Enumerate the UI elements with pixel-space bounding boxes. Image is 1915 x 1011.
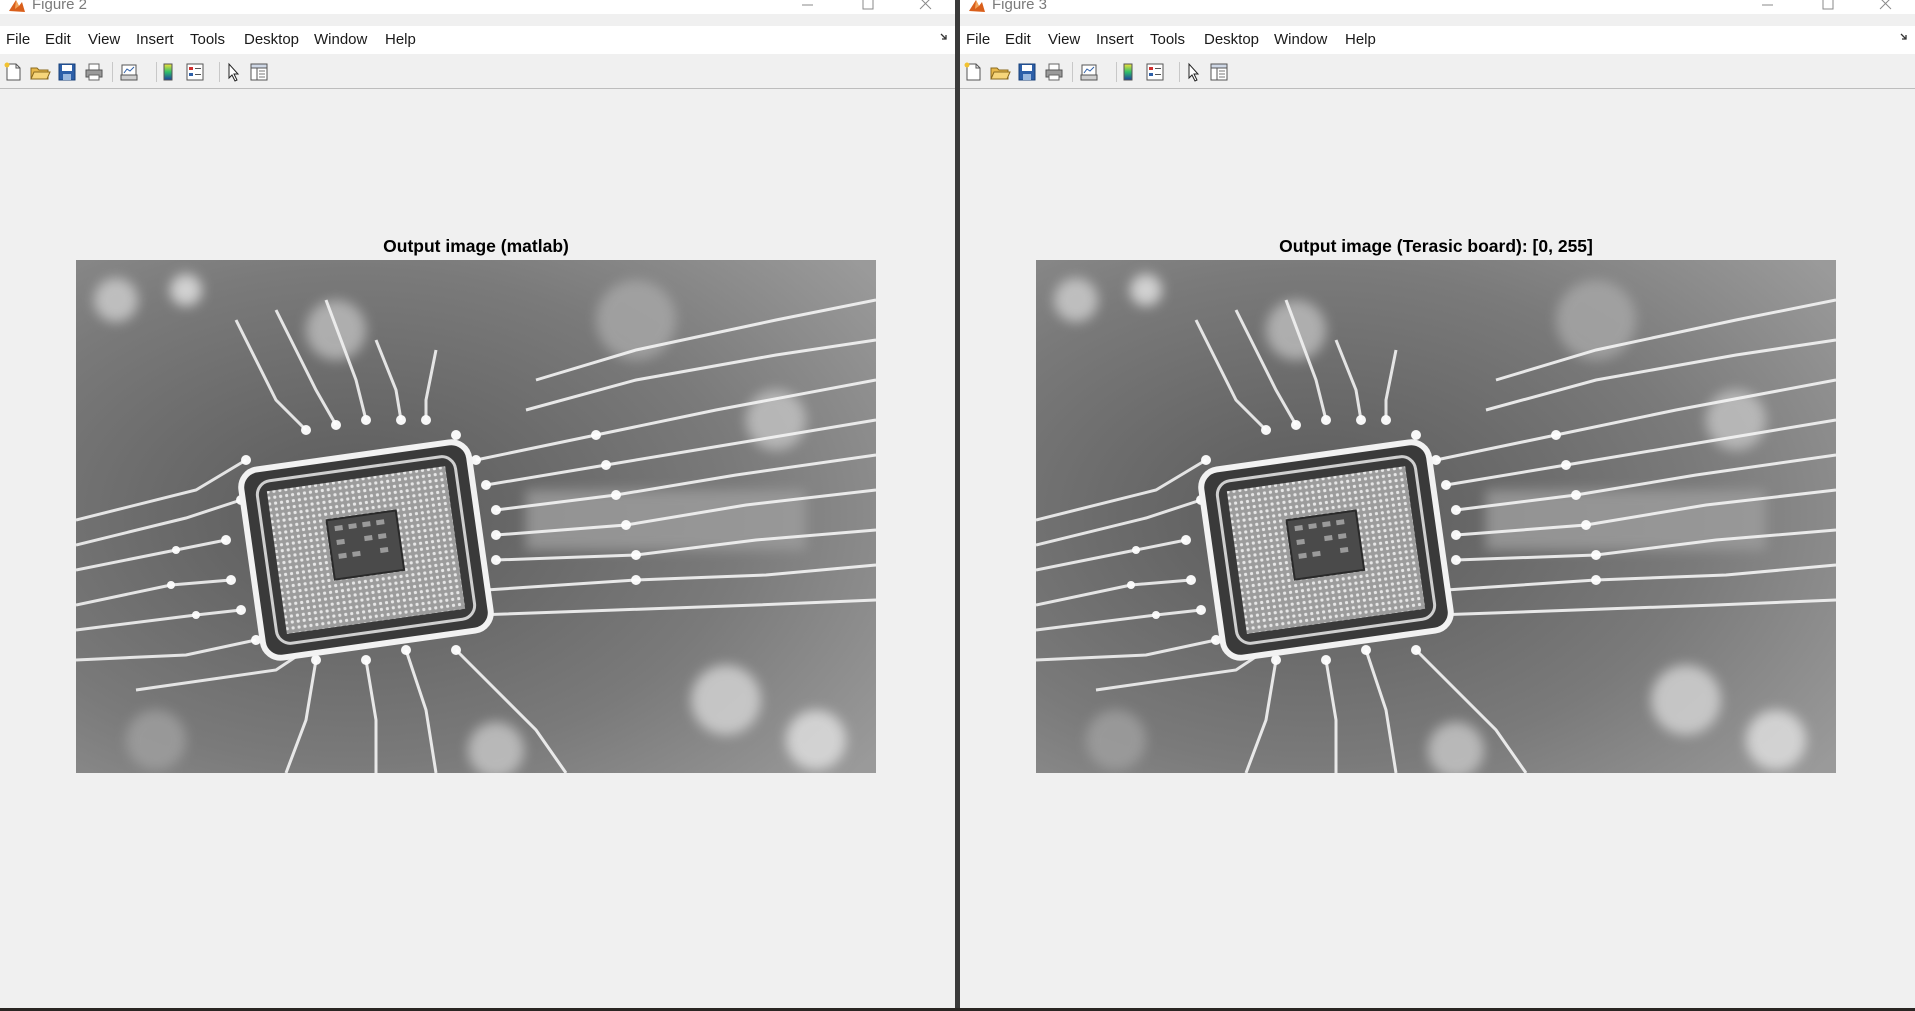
- title-bar[interactable]: Figure 2: [0, 0, 955, 14]
- print-icon[interactable]: [83, 61, 105, 83]
- circuit-board-image: [1036, 260, 1836, 773]
- menu-file[interactable]: File: [966, 31, 990, 49]
- toolbar-separator: [1072, 62, 1073, 82]
- dock-arrow-icon[interactable]: [939, 31, 951, 43]
- maximize-icon[interactable]: [859, 0, 877, 14]
- menu-help[interactable]: Help: [1345, 31, 1376, 49]
- menu-view[interactable]: View: [88, 31, 120, 49]
- figure-window-3: Figure 3 File Edit View Insert Tools Des…: [960, 0, 1915, 1008]
- legend-icon[interactable]: [184, 61, 206, 83]
- save-icon[interactable]: [1016, 61, 1038, 83]
- menu-window[interactable]: Window: [314, 31, 367, 49]
- matlab-icon: [9, 0, 25, 12]
- toolbar-separator: [112, 62, 113, 82]
- matlab-icon: [969, 0, 985, 12]
- close-icon[interactable]: [917, 0, 935, 14]
- toolbar-separator: [1179, 62, 1180, 82]
- menu-desktop[interactable]: Desktop: [244, 31, 299, 49]
- menu-file[interactable]: File: [6, 31, 30, 49]
- menu-insert[interactable]: Insert: [136, 31, 174, 49]
- menu-desktop[interactable]: Desktop: [1204, 31, 1259, 49]
- minimize-icon[interactable]: [1759, 0, 1777, 14]
- menu-bar: File Edit View Insert Tools Desktop Wind…: [0, 26, 955, 54]
- menu-view[interactable]: View: [1048, 31, 1080, 49]
- close-icon[interactable]: [1877, 0, 1895, 14]
- menu-window[interactable]: Window: [1274, 31, 1327, 49]
- link-plot-icon[interactable]: [1078, 61, 1100, 83]
- axes-title: Output image (matlab): [383, 236, 569, 256]
- figure-window-2: Figure 2 File Edit View Insert Tools Des…: [0, 0, 955, 1008]
- figure-toolbar: [960, 56, 1915, 89]
- menu-insert[interactable]: Insert: [1096, 31, 1134, 49]
- new-figure-icon[interactable]: [2, 61, 24, 83]
- minimize-icon[interactable]: [799, 0, 817, 14]
- output-image[interactable]: [1036, 260, 1836, 773]
- print-icon[interactable]: [1043, 61, 1065, 83]
- toolbar-separator: [219, 62, 220, 82]
- open-file-icon[interactable]: [29, 61, 51, 83]
- colorbar-icon[interactable]: [157, 61, 179, 83]
- window-title: Figure 3: [992, 0, 1048, 13]
- edit-plot-icon[interactable]: [223, 61, 245, 83]
- menu-tools[interactable]: Tools: [1150, 31, 1185, 49]
- maximize-icon[interactable]: [1819, 0, 1837, 14]
- dock-arrow-icon[interactable]: [1899, 31, 1911, 43]
- circuit-board-image: [76, 260, 876, 773]
- colorbar-icon[interactable]: [1117, 61, 1139, 83]
- link-plot-icon[interactable]: [118, 61, 140, 83]
- window-title: Figure 2: [32, 0, 88, 13]
- output-image[interactable]: [76, 260, 876, 773]
- axes-title: Output image (Terasic board): [0, 255]: [1279, 236, 1593, 256]
- edit-plot-icon[interactable]: [1183, 61, 1205, 83]
- menu-edit[interactable]: Edit: [1005, 31, 1031, 49]
- title-bar[interactable]: Figure 3: [960, 0, 1915, 14]
- save-icon[interactable]: [56, 61, 78, 83]
- property-inspector-icon[interactable]: [248, 61, 270, 83]
- menu-tools[interactable]: Tools: [190, 31, 225, 49]
- menu-help[interactable]: Help: [385, 31, 416, 49]
- property-inspector-icon[interactable]: [1208, 61, 1230, 83]
- figure-toolbar: [0, 56, 955, 89]
- open-file-icon[interactable]: [989, 61, 1011, 83]
- legend-icon[interactable]: [1144, 61, 1166, 83]
- new-figure-icon[interactable]: [962, 61, 984, 83]
- menu-bar: File Edit View Insert Tools Desktop Wind…: [960, 26, 1915, 54]
- menu-edit[interactable]: Edit: [45, 31, 71, 49]
